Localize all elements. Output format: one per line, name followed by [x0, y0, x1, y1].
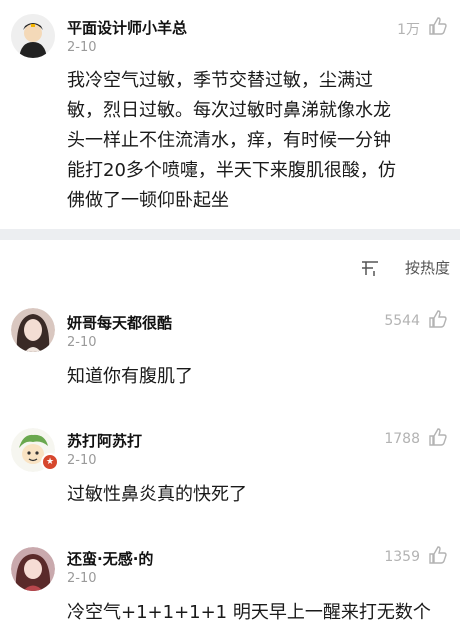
- comment-item: 还蛮·无感·的 2-10 1359 冷空气+1+1+1+1 明天早上一醒来打无数…: [0, 540, 460, 623]
- verified-badge: ★: [41, 453, 59, 471]
- avatar[interactable]: [11, 308, 55, 352]
- avatar[interactable]: [11, 547, 55, 591]
- top-comment: 平面设计师小羊总 2-10 1万 我冷空气过敏，季节交替过敏，尘满过 敏，烈日过…: [0, 0, 460, 229]
- comment-line: 头一样止不住流清水，痒，有时候一分钟: [67, 130, 391, 151]
- username[interactable]: 妍哥每天都很酷: [67, 312, 172, 333]
- comment-date: 2-10: [67, 571, 97, 586]
- username[interactable]: 苏打阿苏打: [67, 430, 142, 451]
- section-divider: [0, 229, 460, 240]
- comment-item: ★ 苏打阿苏打 2-10 1788 过敏性鼻炎真的快死了: [0, 420, 460, 530]
- username[interactable]: 还蛮·无感·的: [67, 548, 153, 569]
- sort-bar: 按热度: [0, 240, 460, 295]
- comment-line: 佛做了一顿仰卧起坐: [67, 190, 229, 211]
- comment-text: 冷空气+1+1+1+1 明天早上一醒来打无数个: [67, 602, 431, 623]
- thumbs-up-icon[interactable]: [428, 309, 448, 329]
- comment-line: 敏，烈日过敏。每次过敏时鼻涕就像水龙: [67, 100, 391, 121]
- thumbs-up-icon[interactable]: [428, 427, 448, 447]
- comment-date: 2-10: [67, 453, 97, 468]
- like-count: 5544: [384, 313, 420, 329]
- like-count: 1万: [397, 22, 420, 38]
- comment-date: 2-10: [67, 40, 97, 55]
- comment-text: 我冷空气过敏，季节交替过敏，尘满过 敏，烈日过敏。每次过敏时鼻涕就像水龙 头一样…: [67, 66, 452, 216]
- comment-line: 我冷空气过敏，季节交替过敏，尘满过: [67, 70, 373, 91]
- comment-date: 2-10: [67, 335, 97, 350]
- username[interactable]: 平面设计师小羊总: [67, 17, 187, 38]
- comment-text: 知道你有腹肌了: [67, 366, 193, 387]
- sort-icon[interactable]: [360, 259, 380, 277]
- sort-by-hot-button[interactable]: 按热度: [405, 257, 450, 278]
- thumbs-up-icon[interactable]: [428, 545, 448, 565]
- like-count: 1359: [384, 549, 420, 565]
- comment-item: 妍哥每天都很酷 2-10 5544 知道你有腹肌了: [0, 300, 460, 410]
- avatar[interactable]: [11, 14, 55, 58]
- comment-line: 能打20多个喷嚏，半天下来腹肌很酸，仿: [67, 160, 396, 181]
- comment-text: 过敏性鼻炎真的快死了: [67, 484, 247, 505]
- like-count: 1788: [384, 431, 420, 447]
- thumbs-up-icon[interactable]: [428, 16, 448, 36]
